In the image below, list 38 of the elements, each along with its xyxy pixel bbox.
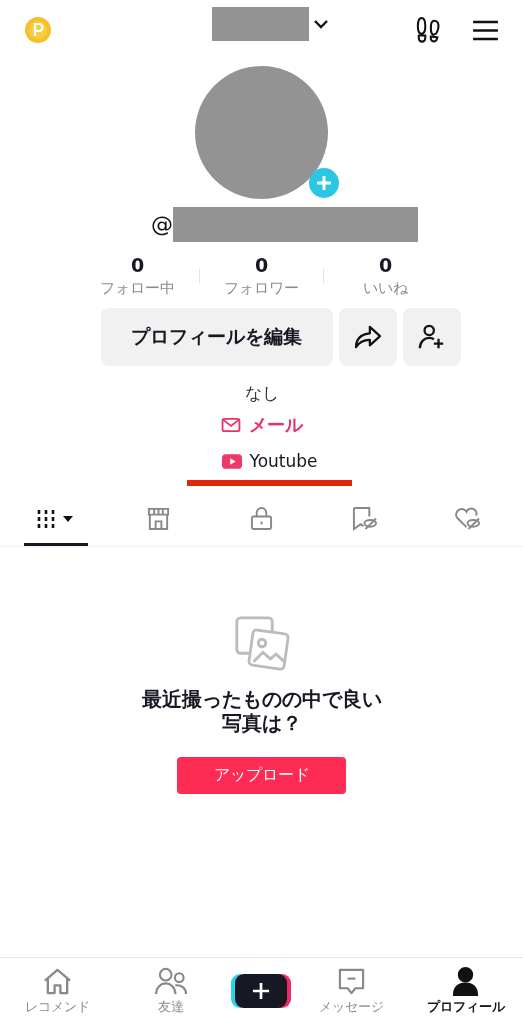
grid-dropdown-icon (35, 507, 76, 530)
edit-profile-button[interactable]: プロフィールを編集 (100, 308, 333, 366)
stat-count[interactable]: 0 (130, 254, 145, 276)
upload-button[interactable]: アップロード (177, 757, 346, 794)
message-icon (337, 966, 367, 996)
email-link[interactable]: メール (220, 413, 303, 437)
chevron-down-icon[interactable] (313, 19, 329, 29)
footprints-icon[interactable] (416, 15, 442, 45)
nav-item[interactable]: 友達 (121, 965, 222, 1017)
stat-label[interactable]: フォロワー (224, 279, 299, 298)
handle-prefix: @ (151, 212, 173, 237)
bookmark-hidden-icon (351, 506, 378, 531)
nav-item[interactable]: レコメンド (7, 965, 108, 1017)
stat-count[interactable]: 0 (254, 254, 269, 276)
person-icon (452, 966, 480, 996)
add-badge-icon[interactable] (308, 167, 340, 199)
lock-icon (250, 506, 273, 531)
heart-hidden-icon (454, 506, 481, 531)
people-icon (154, 966, 188, 996)
share-arrow-icon (353, 325, 382, 349)
play-icon (221, 453, 242, 469)
home-icon (41, 966, 73, 996)
stat-count[interactable]: 0 (378, 254, 393, 276)
bio-text: なし (244, 382, 279, 405)
photos-icon (233, 615, 290, 671)
stat-label[interactable]: いいね (363, 279, 408, 298)
menu-icon[interactable] (472, 19, 499, 41)
share-button[interactable] (338, 308, 397, 366)
empty-message: 最近撮ったものの中で良い写真は？ (140, 687, 383, 735)
add-friend-button[interactable] (402, 308, 461, 366)
storefront-icon (146, 506, 171, 531)
mail-icon (220, 417, 241, 433)
stat-label[interactable]: フォロー中 (100, 279, 175, 298)
nav-item[interactable]: プロフィール (415, 965, 516, 1017)
youtube-link[interactable]: Youtube (221, 451, 318, 471)
nav-item[interactable]: メッセージ (301, 965, 402, 1017)
person-add-icon (417, 323, 446, 351)
plus-icon (252, 982, 271, 1000)
